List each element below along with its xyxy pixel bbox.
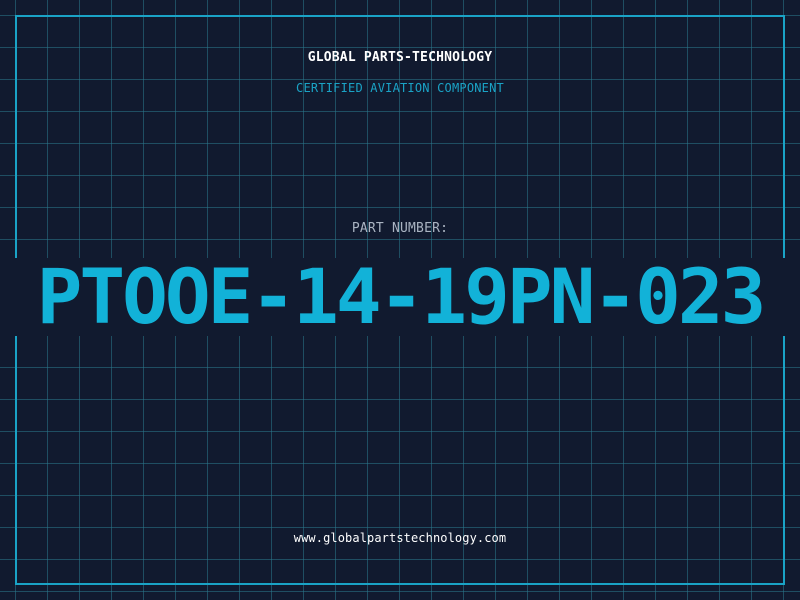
certification-subtitle: CERTIFIED AVIATION COMPONENT xyxy=(296,81,504,95)
certificate-card: GLOBAL PARTS-TECHNOLOGY CERTIFIED AVIATI… xyxy=(0,0,800,600)
website-url: www.globalpartstechnology.com xyxy=(293,531,507,545)
part-number-value: PTOOE-14-19PN-023 xyxy=(36,252,767,341)
company-name: GLOBAL PARTS-TECHNOLOGY xyxy=(307,50,493,65)
part-number-label: PART NUMBER: xyxy=(351,221,449,236)
